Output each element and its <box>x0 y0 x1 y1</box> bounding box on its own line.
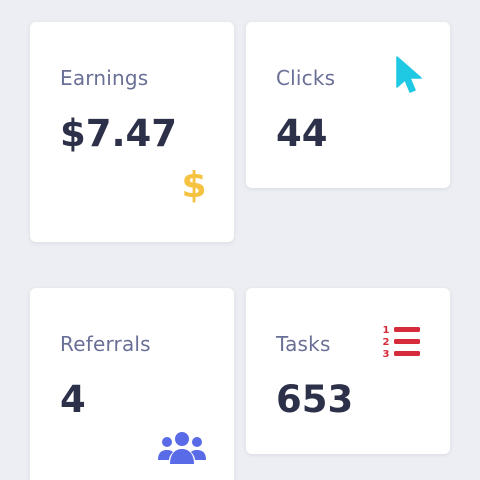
stats-dashboard: Earnings $7.47 $ Clicks 44 Referrals 4 T… <box>0 0 480 480</box>
earnings-label: Earnings <box>60 66 149 90</box>
svg-text:3: 3 <box>383 349 390 360</box>
tasks-label: Tasks <box>276 332 331 356</box>
earnings-value: $7.47 <box>60 112 178 155</box>
dollar-icon: $ <box>180 164 208 204</box>
svg-text:2: 2 <box>383 337 390 348</box>
clicks-value: 44 <box>276 112 328 155</box>
referrals-value: 4 <box>60 378 86 421</box>
tasks-value: 653 <box>276 378 354 421</box>
users-group-icon <box>158 430 206 466</box>
earnings-card[interactable]: Earnings $7.47 $ <box>30 22 234 242</box>
clicks-card[interactable]: Clicks 44 <box>246 22 450 188</box>
referrals-label: Referrals <box>60 332 151 356</box>
numbered-list-icon: 1 2 3 <box>382 324 422 360</box>
cursor-pointer-icon <box>394 56 424 96</box>
svg-text:$: $ <box>181 165 206 204</box>
clicks-label: Clicks <box>276 66 336 90</box>
tasks-card[interactable]: Tasks 653 1 2 3 <box>246 288 450 454</box>
referrals-card[interactable]: Referrals 4 <box>30 288 234 480</box>
svg-text:1: 1 <box>383 325 390 336</box>
